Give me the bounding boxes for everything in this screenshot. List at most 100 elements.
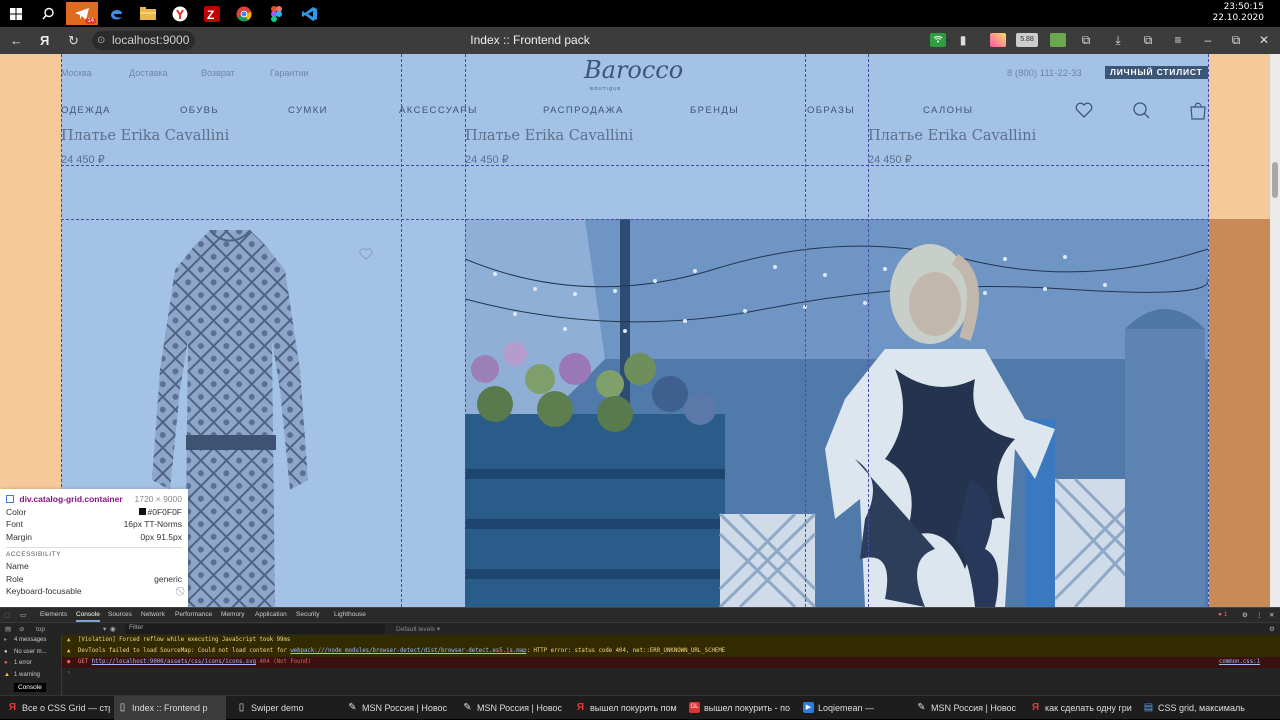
- scrollbar-thumb[interactable]: [1272, 162, 1278, 198]
- nav-brands[interactable]: БРЕНДЫ: [690, 105, 739, 116]
- msn-icon: ✎: [917, 702, 926, 713]
- close-icon[interactable]: ✕: [1256, 33, 1272, 47]
- product-title[interactable]: Платье Erika Cavallini: [61, 128, 229, 144]
- reader-icon[interactable]: ⧉: [1078, 33, 1094, 47]
- edge-icon[interactable]: [102, 2, 130, 25]
- taskbar-item[interactable]: ✎ MSN Россия | Новос: [459, 696, 567, 720]
- console-message-warning: ▲ [Violation] Forced reflow while executi…: [62, 635, 1280, 646]
- console-settings-icon[interactable]: ⚙: [1269, 625, 1275, 633]
- taskbar-item[interactable]: Я Все о CSS Grid — стр: [4, 696, 110, 720]
- sidebar-item-messages[interactable]: ▸ 4 messages: [0, 635, 61, 647]
- tab-memory[interactable]: Memory: [221, 611, 244, 618]
- taskbar-item[interactable]: ✎ MSN Россия | Новос: [913, 696, 1019, 720]
- taskbar-item-label: MSN Россия | Новос: [931, 703, 1017, 713]
- taskbar-item[interactable]: Явышел покурить пом: [572, 696, 678, 720]
- search-icon[interactable]: [1131, 100, 1151, 120]
- console-filter-input[interactable]: Filter: [125, 624, 385, 634]
- taskbar-item-label: MSN Россия | Новос: [362, 703, 448, 713]
- tab-elements[interactable]: Elements: [40, 611, 67, 618]
- figma-icon[interactable]: [262, 2, 290, 25]
- minimize-icon[interactable]: –: [1200, 33, 1216, 47]
- message-source-link[interactable]: common.css:1: [1219, 657, 1260, 668]
- taskbar-item[interactable]: ✎ MSN Россия | Новос: [344, 696, 456, 720]
- console-filter-bar: ▤ ⊘ top ▾ ◉ Filter Default levels ▾ ⚙: [0, 622, 1280, 635]
- page-icon: ▯: [238, 702, 245, 713]
- taskbar-item[interactable]: Якак сделать одну гри: [1027, 696, 1133, 720]
- phone-number[interactable]: 8 (800) 111-22-33: [1007, 68, 1082, 79]
- tab-network[interactable]: Network: [141, 611, 165, 618]
- clear-console-icon[interactable]: ⊘: [19, 625, 24, 633]
- city-link[interactable]: Москва: [61, 68, 92, 78]
- nav-shoes[interactable]: ОБУВЬ: [180, 105, 219, 116]
- clock-time: 23:50:15: [1223, 2, 1264, 12]
- bookmark-icon[interactable]: ▮: [955, 33, 971, 47]
- inspect-element-icon[interactable]: ⬚: [4, 611, 10, 619]
- nav-clothing[interactable]: ОДЕЖДА: [61, 105, 111, 116]
- shopping-bag-icon[interactable]: [1188, 100, 1208, 120]
- settings-gear-icon[interactable]: ⚙: [1242, 611, 1248, 619]
- collections-icon[interactable]: ⧉: [1140, 33, 1156, 47]
- product-title[interactable]: Платье Erika Cavallini: [868, 128, 1036, 144]
- device-toolbar-icon[interactable]: ▭: [20, 611, 26, 619]
- message-link[interactable]: webpack:///node_modules/browser-detect/d…: [290, 648, 526, 654]
- taskbar-item-label: Swiper demo: [251, 703, 304, 713]
- vscode-icon[interactable]: [296, 2, 324, 25]
- telegram-badge: 14: [85, 18, 96, 24]
- taskbar-item[interactable]: GL вышел покурить - по: [686, 696, 792, 720]
- taskbar-item[interactable]: ▶ Loqiemean —: [800, 696, 906, 720]
- nav-salons[interactable]: САЛОНЫ: [923, 105, 974, 116]
- favorites-heart-icon[interactable]: [1074, 100, 1094, 120]
- restore-icon[interactable]: ⧉: [1228, 33, 1244, 47]
- sidebar-item-warnings[interactable]: ▲ 1 warning: [0, 670, 61, 682]
- log-levels-select[interactable]: Default levels ▾: [396, 625, 440, 633]
- tab-sources[interactable]: Sources: [108, 611, 132, 618]
- context-select[interactable]: top ▾: [36, 625, 106, 633]
- page-viewport: Москва Доставка Возврат Гарантии Barocco…: [0, 54, 1280, 607]
- warranty-link[interactable]: Гарантии: [270, 68, 309, 78]
- windows-start-icon[interactable]: [2, 2, 30, 25]
- nav-accessories[interactable]: АКСЕССУАРЫ: [399, 105, 478, 116]
- tab-console[interactable]: Console: [76, 611, 100, 622]
- wifi-extension-icon[interactable]: [930, 33, 946, 47]
- extension-badge-icon[interactable]: 5.88: [1016, 33, 1038, 47]
- sidebar-item-errors[interactable]: ● 1 error: [0, 658, 61, 670]
- close-devtools-icon[interactable]: ✕: [1269, 611, 1274, 619]
- returns-link[interactable]: Возврат: [201, 68, 235, 78]
- more-options-icon[interactable]: ⋮: [1256, 611, 1263, 619]
- error-count-badge[interactable]: ● 1: [1218, 611, 1227, 618]
- tab-performance[interactable]: Performance: [175, 611, 212, 618]
- taskbar-item[interactable]: ▯ Index :: Frontend p: [114, 696, 226, 720]
- console-prompt[interactable]: ›: [62, 668, 1280, 679]
- yandex-browser-icon[interactable]: [166, 2, 194, 25]
- file-explorer-icon[interactable]: [134, 2, 162, 25]
- extension-icon-2[interactable]: [1050, 33, 1066, 47]
- lookbook-banner-image[interactable]: [465, 219, 1208, 607]
- tab-application[interactable]: Application: [255, 611, 287, 618]
- system-clock[interactable]: 23:50:15 22.10.2020: [1212, 2, 1264, 24]
- search-icon[interactable]: [34, 2, 62, 25]
- eye-icon[interactable]: ◉: [110, 625, 116, 633]
- taskbar-item[interactable]: ▯ Swiper demo: [233, 696, 337, 720]
- delivery-link[interactable]: Доставка: [129, 68, 168, 78]
- extension-icon[interactable]: [990, 33, 1006, 47]
- menu-icon[interactable]: ≡: [1170, 33, 1186, 47]
- chrome-icon[interactable]: [230, 2, 258, 25]
- add-to-favorites-heart-icon[interactable]: [358, 247, 374, 261]
- sidebar-toggle-icon[interactable]: ▤: [5, 625, 11, 633]
- taskbar-item[interactable]: ▤ CSS grid, максималь: [1140, 696, 1276, 720]
- nav-sale[interactable]: РАСПРОДАЖА: [543, 105, 624, 116]
- filezilla-icon[interactable]: Z: [198, 2, 226, 25]
- tab-security[interactable]: Security: [296, 611, 319, 618]
- personal-stylist-button[interactable]: ЛИЧНЫЙ СТИЛИСТ: [1105, 66, 1208, 79]
- context-value: top: [36, 626, 46, 633]
- tab-lighthouse[interactable]: Lighthouse: [334, 611, 366, 618]
- nav-looks[interactable]: ОБРАЗЫ: [807, 105, 855, 116]
- message-link[interactable]: http://localhost:9000/assets/css/icons/i…: [92, 659, 256, 665]
- product-title[interactable]: Платье Erika Cavallini: [465, 128, 633, 144]
- page-scrollbar[interactable]: [1270, 54, 1280, 607]
- download-icon[interactable]: ⤓: [1110, 33, 1126, 47]
- console-log: ▲ [Violation] Forced reflow while executi…: [62, 635, 1280, 695]
- telegram-icon[interactable]: 14: [66, 2, 98, 25]
- sidebar-item-user-messages[interactable]: ● No user m...: [0, 647, 61, 659]
- nav-bags[interactable]: СУМКИ: [288, 105, 328, 116]
